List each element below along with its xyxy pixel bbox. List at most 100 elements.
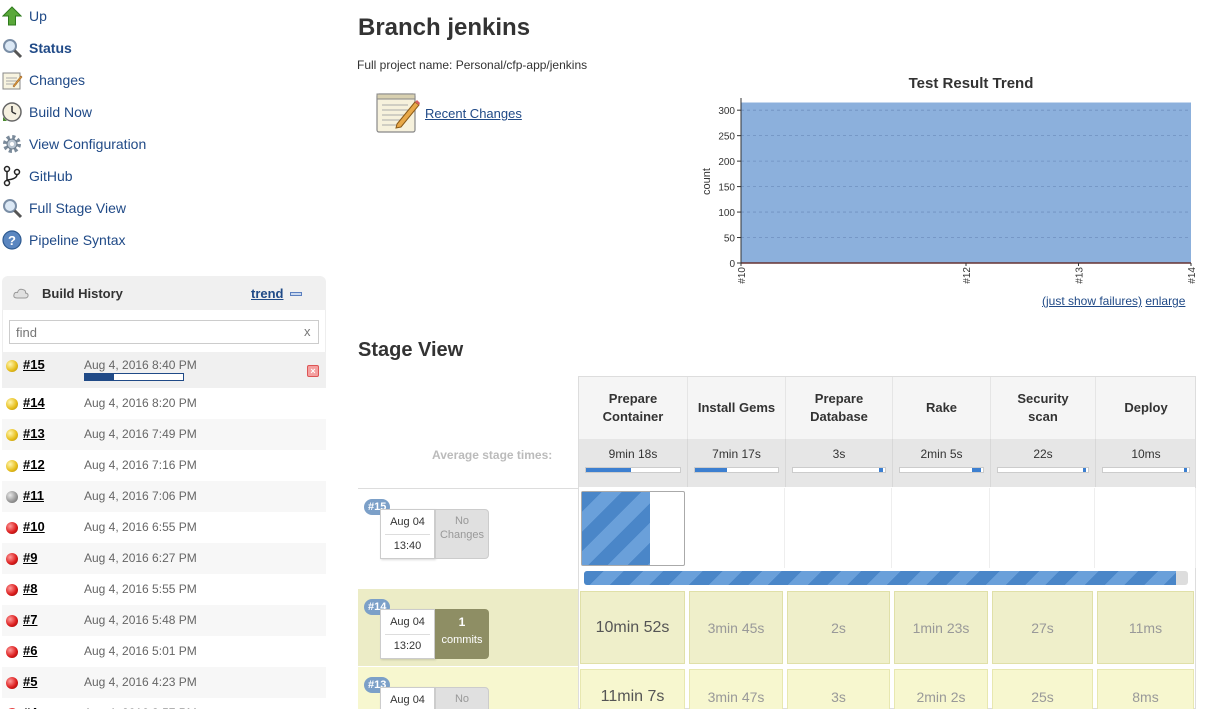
build-history-row[interactable]: #10 Aug 4, 2016 6:55 PM <box>2 512 326 543</box>
build-number-link[interactable]: #14 <box>23 395 45 410</box>
stage-average-bar <box>694 467 779 473</box>
stage-name: Rake <box>925 400 958 415</box>
build-date: Aug 4, 2016 6:55 PM <box>84 520 197 534</box>
chart-y-tick-label: 100 <box>718 208 735 219</box>
stage-average-bar <box>997 467 1089 473</box>
test-result-trend-chart[interactable]: Test Result Trend 0 50 100 150 200 250 300 count… <box>698 70 1200 300</box>
stage-cell[interactable]: 2s <box>787 591 890 664</box>
stage-cell[interactable] <box>892 488 990 568</box>
help-icon: ? <box>1 229 23 251</box>
build-status-ball-icon <box>6 491 18 503</box>
stage-cell[interactable]: 10min 52s <box>580 591 685 664</box>
sidebar-item-up[interactable]: Up <box>0 0 326 32</box>
build-progress-fill <box>85 374 115 380</box>
build-history-row[interactable]: #5 Aug 4, 2016 4:23 PM <box>2 667 326 698</box>
build-history-row[interactable]: #9 Aug 4, 2016 6:27 PM <box>2 543 326 574</box>
stage-cell[interactable]: 1min 23s <box>894 591 988 664</box>
stage-average-cell: 3s <box>786 439 893 487</box>
chart-x-tick-label: #14 <box>1187 267 1198 284</box>
cloud-icon <box>13 287 31 299</box>
chart-y-axis-label: count <box>701 168 713 195</box>
sidebar-item-pipeline-syntax[interactable]: ? Pipeline Syntax <box>0 224 326 256</box>
collapse-icon[interactable] <box>290 292 302 296</box>
build-history-row[interactable]: #6 Aug 4, 2016 5:01 PM <box>2 636 326 667</box>
build-progress-bar[interactable] <box>84 373 184 381</box>
stage-average-bar <box>585 467 681 473</box>
build-number-link[interactable]: #12 <box>23 457 45 472</box>
sidebar-item-changes[interactable]: Changes <box>0 64 326 96</box>
stage-average-bar <box>792 467 886 473</box>
clock-icon <box>1 101 23 123</box>
sidebar-item-full-stage-view[interactable]: Full Stage View <box>0 192 326 224</box>
build-number-link[interactable]: #6 <box>23 643 37 658</box>
build-history-row[interactable]: #11 Aug 4, 2016 7:06 PM <box>2 481 326 512</box>
build-search-input[interactable] <box>9 320 319 344</box>
run-commits-button[interactable]: 1 commits <box>435 609 489 659</box>
just-show-failures-link[interactable]: (just show failures) <box>1042 294 1142 308</box>
recent-changes-link[interactable]: Recent Changes <box>425 106 522 121</box>
build-history-row[interactable]: #13 Aug 4, 2016 7:49 PM <box>2 419 326 450</box>
enlarge-link[interactable]: enlarge <box>1145 294 1185 308</box>
run-progress-bar <box>584 571 1188 585</box>
build-history-row[interactable]: #15 Aug 4, 2016 8:40 PM × <box>2 352 326 388</box>
build-number-link[interactable]: #5 <box>23 674 37 689</box>
chart-x-tick-label: #12 <box>962 267 973 284</box>
build-number-link[interactable]: #9 <box>23 550 37 565</box>
build-number-link[interactable]: #15 <box>23 357 45 372</box>
stage-cell[interactable]: 11ms <box>1097 591 1194 664</box>
stage-average-time: 3s <box>832 447 846 461</box>
build-number-link[interactable]: #13 <box>23 426 45 441</box>
build-history-row[interactable]: #7 Aug 4, 2016 5:48 PM <box>2 605 326 636</box>
stage-cell[interactable]: 2min 2s <box>894 669 988 709</box>
stage-name: Deploy <box>1124 400 1168 415</box>
build-history-row[interactable]: #12 Aug 4, 2016 7:16 PM <box>2 450 326 481</box>
stage-cell[interactable]: 8ms <box>1097 669 1194 709</box>
run-date-divider <box>385 534 430 535</box>
run-progress-fill <box>584 571 1176 585</box>
sidebar-item-view-configuration[interactable]: View Configuration <box>0 128 326 160</box>
stage-header: Rake <box>893 377 991 439</box>
stage-cell[interactable] <box>1095 488 1196 568</box>
commits-label: commits <box>441 634 483 646</box>
sidebar-item-status[interactable]: Status <box>0 32 326 64</box>
stage-average-cell: 7min 17s <box>688 439 786 487</box>
sidebar-item-github[interactable]: GitHub <box>0 160 326 192</box>
stage-average-time: 9min 18s <box>608 447 658 461</box>
build-number-link[interactable]: #11 <box>23 488 44 503</box>
stage-cell[interactable] <box>581 491 685 566</box>
clear-search-icon[interactable]: x <box>304 324 311 339</box>
build-history-row[interactable]: #8 Aug 4, 2016 5:55 PM <box>2 574 326 605</box>
stage-cell[interactable] <box>990 488 1095 568</box>
trend-link[interactable]: trend <box>251 286 284 301</box>
build-date: Aug 4, 2016 6:27 PM <box>84 551 197 565</box>
stage-name: Security scan <box>1017 391 1069 424</box>
build-number-link[interactable]: #4 <box>23 705 37 709</box>
abort-build-icon[interactable]: × <box>307 365 319 377</box>
stage-cell[interactable]: 3min 45s <box>689 591 783 664</box>
build-history-header: Build History trend <box>2 276 326 310</box>
build-status-ball-icon <box>6 584 18 596</box>
stage-cell[interactable]: 27s <box>992 591 1093 664</box>
stage-cell[interactable]: 3min 47s <box>689 669 783 709</box>
run-time: 13:20 <box>393 640 422 652</box>
commit-count: 1 <box>458 615 466 629</box>
stage-cell[interactable]: 3s <box>787 669 890 709</box>
build-status-ball-icon <box>6 360 18 372</box>
sidebar-item-build-now[interactable]: Build Now <box>0 96 326 128</box>
stage-cell[interactable] <box>687 488 785 568</box>
stage-cell[interactable] <box>785 488 892 568</box>
build-status-ball-icon <box>6 460 18 472</box>
build-history-row[interactable]: #4Aug 4, 2016 3:57 PM <box>2 698 326 709</box>
git-branch-icon <box>1 165 23 187</box>
chart-title: Test Result Trend <box>909 75 1034 92</box>
build-number-link[interactable]: #8 <box>23 581 37 596</box>
build-number-link[interactable]: #10 <box>23 519 45 534</box>
stage-cell[interactable]: 11min 7s <box>580 669 685 709</box>
build-history-row[interactable]: #14 Aug 4, 2016 8:20 PM <box>2 388 326 419</box>
build-date: Aug 4, 2016 7:16 PM <box>84 458 197 472</box>
build-status-ball-icon <box>6 522 18 534</box>
up-arrow-icon <box>1 5 23 27</box>
run-no-changes: No Changes <box>435 509 489 559</box>
build-number-link[interactable]: #7 <box>23 612 37 627</box>
stage-cell[interactable]: 25s <box>992 669 1093 709</box>
